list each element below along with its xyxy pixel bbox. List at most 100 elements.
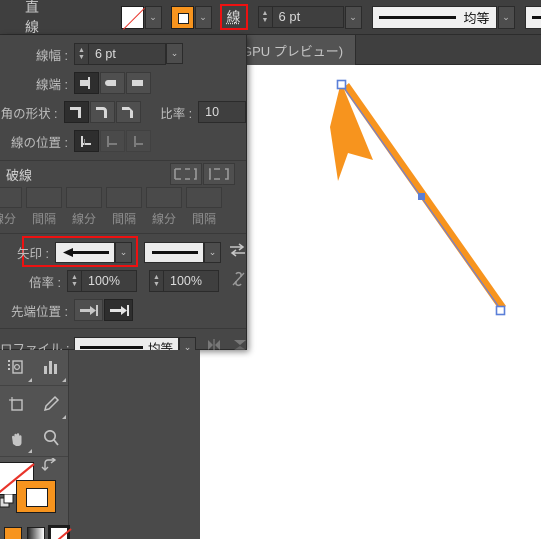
stroke-weight-row: 線幅 : ▲ ▼ 6 pt ⌄ (0, 41, 246, 67)
none-line-icon (152, 250, 198, 254)
arrowhead-start-dropdown[interactable]: ⌄ (115, 241, 132, 263)
arrowhead-tip-label: 先端位置 : (11, 304, 68, 319)
tool-divider-1 (0, 385, 68, 386)
stroke-panel-link-label: 線 (226, 9, 241, 25)
fill-swatch[interactable] (120, 5, 144, 29)
dash-label-2: 間隔 (31, 212, 56, 226)
projecting-cap-button[interactable] (126, 72, 151, 94)
miter-limit-value[interactable]: 10 (198, 101, 246, 123)
dash-field-3[interactable] (66, 187, 102, 208)
dash-field-2[interactable] (26, 187, 62, 208)
dash-label-4: 間隔 (111, 212, 136, 226)
brush-definition-value[interactable]: 均等 (371, 5, 497, 29)
stroke-panel-link[interactable]: 線 (219, 4, 248, 30)
perspective-grid-tool[interactable] (0, 350, 34, 384)
stroke-indicator[interactable] (16, 480, 56, 513)
dash-labels-row: 線分 間隔 線分 間隔 線分 間隔 (0, 210, 246, 227)
bevel-join-button[interactable] (115, 101, 141, 123)
arrow-left-icon (63, 247, 109, 257)
artboard-canvas[interactable] (200, 65, 541, 539)
panel-weight-dropdown[interactable]: ⌄ (166, 43, 183, 64)
stroke-swatch-dropdown[interactable]: ⌄ (194, 5, 212, 29)
flip-along-icon[interactable] (232, 338, 248, 357)
round-join-button[interactable] (89, 101, 115, 123)
arrowhead-end-dropdown[interactable]: ⌄ (204, 241, 221, 263)
dash-align-button[interactable] (203, 163, 235, 185)
none-mode-button[interactable] (48, 525, 72, 539)
miter-join-button[interactable] (63, 101, 89, 123)
end-scale-stepper[interactable]: ▲ ▼ (149, 270, 163, 292)
swap-fill-stroke-icon[interactable] (41, 456, 59, 479)
arrowhead-start-value[interactable] (55, 241, 115, 263)
arrowhead-end-value[interactable] (144, 241, 204, 263)
document-tab-strip: GPU プレビュー) (230, 35, 541, 65)
broken-link-icon[interactable] (231, 271, 246, 292)
tools-panel-background (69, 350, 200, 539)
start-scale-value[interactable]: 100% (81, 270, 137, 292)
dash-field-1[interactable] (0, 187, 22, 208)
document-tab[interactable]: GPU プレビュー) (230, 35, 357, 65)
align-outside-button[interactable] (126, 130, 151, 152)
paint-mode-buttons (0, 525, 72, 539)
dash-label-3: 線分 (71, 212, 96, 226)
stroke-corner-label: 角の形状 : (0, 106, 58, 121)
arrowhead-scale-label: 倍率 : (29, 275, 61, 290)
align-inside-button[interactable] (100, 130, 125, 152)
path-anchor-end[interactable] (495, 305, 506, 316)
dash-field-6[interactable] (186, 187, 222, 208)
style-stroke-preview (531, 15, 541, 19)
align-center-button[interactable] (74, 130, 99, 152)
arrowhead-row: 矢印 : ⌄ ⌄ (0, 236, 246, 267)
brush-definition-label: 均等 (463, 10, 490, 26)
graphic-style-value[interactable]: 基本 (524, 5, 541, 29)
start-scale-stepper[interactable]: ▲ ▼ (67, 270, 81, 292)
fill-stroke-indicator (0, 456, 68, 526)
tools-row-1 (0, 350, 68, 384)
stroke-panel: 線幅 : ▲ ▼ 6 pt ⌄ 線端 : 角の形状 : 比率: 10 線の位置… (0, 35, 247, 358)
stroke-weight-value[interactable]: 6 pt (271, 5, 344, 28)
panel-weight-stepper[interactable]: ▲ ▼ (74, 43, 88, 65)
path-anchor-mid[interactable] (418, 193, 425, 200)
default-fill-stroke-icon[interactable] (0, 493, 15, 514)
flip-across-icon[interactable] (206, 338, 222, 357)
hand-tool[interactable] (0, 421, 34, 455)
stroke-cap-label: 線端 : (36, 77, 68, 92)
tip-extend-button[interactable] (74, 299, 103, 321)
brush-definition-control[interactable]: 均等 ⌄ (371, 5, 515, 29)
fill-swatch-dropdown[interactable]: ⌄ (144, 5, 162, 29)
stroke-weight-dropdown[interactable]: ⌄ (344, 5, 362, 29)
round-cap-button[interactable] (100, 72, 125, 94)
stroke-align-row: 線の位置 : (0, 128, 246, 154)
path-anchor-start[interactable] (336, 79, 347, 90)
dash-field-4[interactable] (106, 187, 142, 208)
column-graph-tool[interactable] (34, 350, 68, 384)
panel-divider-2 (0, 233, 246, 234)
tip-beyond-button[interactable] (104, 299, 133, 321)
dash-preserve-button[interactable] (170, 163, 202, 185)
stroke-weight-stepper[interactable]: ▲ ▼ (257, 5, 272, 28)
dashed-line-header: 破線 (0, 161, 246, 187)
stroke-weight-control[interactable]: ▲ ▼ 6 pt ⌄ (257, 5, 362, 29)
arrowhead-scale-row: 倍率 : ▲ ▼ 100% ▲ ▼ 100% (0, 268, 246, 294)
panel-divider-3 (0, 328, 246, 329)
arrow-artwork[interactable] (200, 65, 541, 539)
object-type-label: 直線 (25, 0, 40, 35)
tools-panel (0, 350, 72, 539)
gradient-mode-button[interactable] (27, 527, 45, 539)
panel-weight-value[interactable]: 6 pt (88, 43, 166, 65)
graphic-style-control[interactable]: 基本 (524, 5, 541, 29)
arrowhead-tip-row: 先端位置 : (0, 297, 246, 323)
dash-field-5[interactable] (146, 187, 182, 208)
stroke-corner-row: 角の形状 : 比率 : 10 (0, 99, 246, 125)
stroke-cap-row: 線端 : (0, 70, 246, 96)
eyedropper-tool[interactable] (34, 387, 68, 421)
tool-divider-2 (0, 456, 68, 457)
artboard-tool[interactable] (0, 387, 34, 421)
stroke-swatch[interactable] (170, 5, 194, 29)
butt-cap-button[interactable] (74, 72, 99, 94)
brush-definition-dropdown[interactable]: ⌄ (497, 5, 515, 29)
zoom-tool[interactable] (34, 421, 68, 455)
swap-arrows-icon[interactable] (229, 242, 246, 262)
color-mode-button[interactable] (4, 527, 22, 539)
end-scale-value[interactable]: 100% (163, 270, 219, 292)
